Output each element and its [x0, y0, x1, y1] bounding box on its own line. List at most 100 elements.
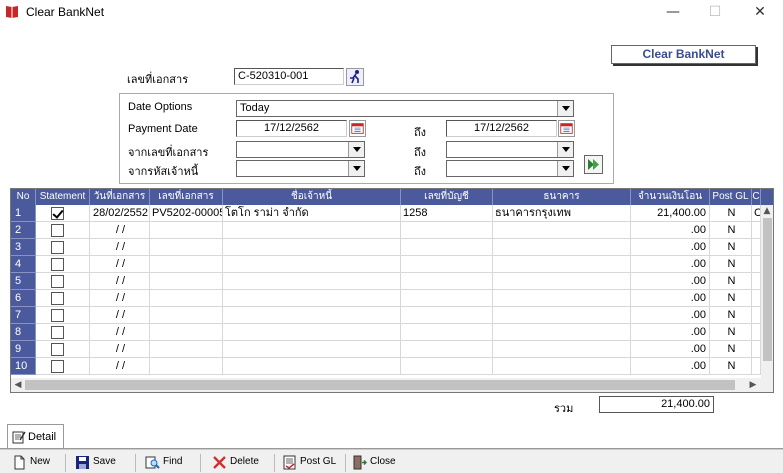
cell-creditor[interactable] [223, 256, 401, 273]
run-icon[interactable] [346, 68, 364, 86]
statement-cell[interactable] [36, 358, 90, 375]
cell-post[interactable]: N [710, 205, 752, 222]
close-window-button[interactable]: ✕ [738, 0, 782, 24]
table-row[interactable]: 7 / / .00 N [11, 307, 761, 324]
cell-amount[interactable]: .00 [631, 324, 710, 341]
chevron-down-icon[interactable] [348, 161, 364, 176]
scroll-thumb[interactable] [25, 380, 735, 390]
cell-creditor[interactable] [223, 222, 401, 239]
table-row[interactable]: 9 / / .00 N [11, 341, 761, 358]
to-creditor-select[interactable] [446, 160, 574, 177]
statement-checkbox[interactable] [51, 258, 64, 271]
cell-doc[interactable] [150, 222, 223, 239]
cell-extra[interactable] [752, 290, 761, 307]
post-gl-button[interactable]: Post GL [282, 454, 336, 472]
statement-checkbox[interactable] [51, 207, 64, 220]
table-row[interactable]: 1 28/02/2552 PV5202-00005 โตโก ราม่า จำกัด 1… [11, 205, 761, 222]
cell-bank[interactable] [493, 324, 631, 341]
cell-amount[interactable]: .00 [631, 273, 710, 290]
cell-extra[interactable] [752, 324, 761, 341]
cell-account[interactable]: 1258 [401, 205, 493, 222]
cell-post[interactable]: N [710, 290, 752, 307]
table-row[interactable]: 8 / / .00 N [11, 324, 761, 341]
cell-amount[interactable]: 21,400.00 [631, 205, 710, 222]
cell-bank[interactable] [493, 256, 631, 273]
chevron-down-icon[interactable] [348, 142, 364, 157]
date-options-select[interactable]: Today [236, 100, 574, 117]
chevron-left-icon[interactable]: ◀ [12, 379, 24, 391]
cell-account[interactable] [401, 358, 493, 375]
cell-doc[interactable] [150, 341, 223, 358]
col-header[interactable]: Post GL [710, 189, 752, 205]
statement-cell[interactable] [36, 324, 90, 341]
cell-date[interactable]: / / [90, 256, 150, 273]
cell-date[interactable]: / / [90, 324, 150, 341]
table-row[interactable]: 3 / / .00 N [11, 239, 761, 256]
doc-no-input[interactable]: C-520310-001 [234, 68, 344, 85]
cell-date[interactable]: 28/02/2552 [90, 205, 150, 222]
cell-amount[interactable]: .00 [631, 290, 710, 307]
cell-post[interactable]: N [710, 273, 752, 290]
statement-checkbox[interactable] [51, 343, 64, 356]
cell-amount[interactable]: .00 [631, 307, 710, 324]
minimize-button[interactable]: — [651, 0, 695, 24]
cell-amount[interactable]: .00 [631, 358, 710, 375]
statement-checkbox[interactable] [51, 241, 64, 254]
close-button[interactable]: Close [352, 454, 396, 472]
statement-cell[interactable] [36, 290, 90, 307]
cell-extra[interactable] [752, 358, 761, 375]
cell-extra[interactable] [752, 256, 761, 273]
vertical-scrollbar[interactable]: ▲ [761, 205, 773, 378]
cell-extra[interactable] [752, 341, 761, 358]
statement-cell[interactable] [36, 273, 90, 290]
scroll-thumb[interactable] [763, 218, 772, 361]
statement-checkbox[interactable] [51, 275, 64, 288]
cell-extra[interactable] [752, 222, 761, 239]
maximize-button[interactable]: ☐ [693, 0, 737, 24]
cell-creditor[interactable] [223, 324, 401, 341]
cell-doc[interactable] [150, 273, 223, 290]
cell-post[interactable]: N [710, 324, 752, 341]
statement-cell[interactable] [36, 307, 90, 324]
from-doc-select[interactable] [236, 141, 365, 158]
save-button[interactable]: Save [75, 454, 116, 472]
col-header[interactable]: C [752, 189, 761, 205]
col-header[interactable]: เลขที่บัญชี [401, 189, 493, 205]
cell-bank[interactable]: ธนาคารกรุงเทพ [493, 205, 631, 222]
cell-amount[interactable]: .00 [631, 256, 710, 273]
cell-doc[interactable] [150, 358, 223, 375]
cell-post[interactable]: N [710, 341, 752, 358]
cell-account[interactable] [401, 256, 493, 273]
calendar-icon[interactable] [558, 120, 575, 137]
cell-doc[interactable] [150, 239, 223, 256]
cell-creditor[interactable]: โตโก ราม่า จำกัด [223, 205, 401, 222]
cell-extra[interactable] [752, 307, 761, 324]
chevron-up-icon[interactable]: ▲ [761, 205, 773, 217]
delete-button[interactable]: Delete [212, 454, 259, 472]
cell-doc[interactable] [150, 324, 223, 341]
cell-bank[interactable] [493, 290, 631, 307]
cell-post[interactable]: N [710, 256, 752, 273]
cell-doc[interactable] [150, 290, 223, 307]
chevron-right-icon[interactable]: ▶ [747, 379, 759, 391]
cell-bank[interactable] [493, 341, 631, 358]
cell-doc[interactable] [150, 256, 223, 273]
to-doc-select[interactable] [446, 141, 574, 158]
table-row[interactable]: 10 / / .00 N [11, 358, 761, 375]
cell-doc[interactable]: PV5202-00005 [150, 205, 223, 222]
statement-checkbox[interactable] [51, 309, 64, 322]
cell-account[interactable] [401, 273, 493, 290]
cell-bank[interactable] [493, 273, 631, 290]
statement-cell[interactable] [36, 341, 90, 358]
col-header[interactable]: Statement [36, 189, 90, 205]
cell-date[interactable]: / / [90, 341, 150, 358]
payment-grid[interactable]: No Statement วันที่เอกสาร เลขที่เอกสาร ช… [10, 188, 774, 393]
chevron-down-icon[interactable] [557, 101, 573, 116]
tab-detail[interactable]: Detail [7, 424, 64, 448]
cell-amount[interactable]: .00 [631, 239, 710, 256]
statement-cell[interactable] [36, 205, 90, 222]
cell-bank[interactable] [493, 307, 631, 324]
new-button[interactable]: New [12, 454, 50, 472]
cell-extra[interactable]: C [752, 205, 761, 222]
cell-date[interactable]: / / [90, 239, 150, 256]
